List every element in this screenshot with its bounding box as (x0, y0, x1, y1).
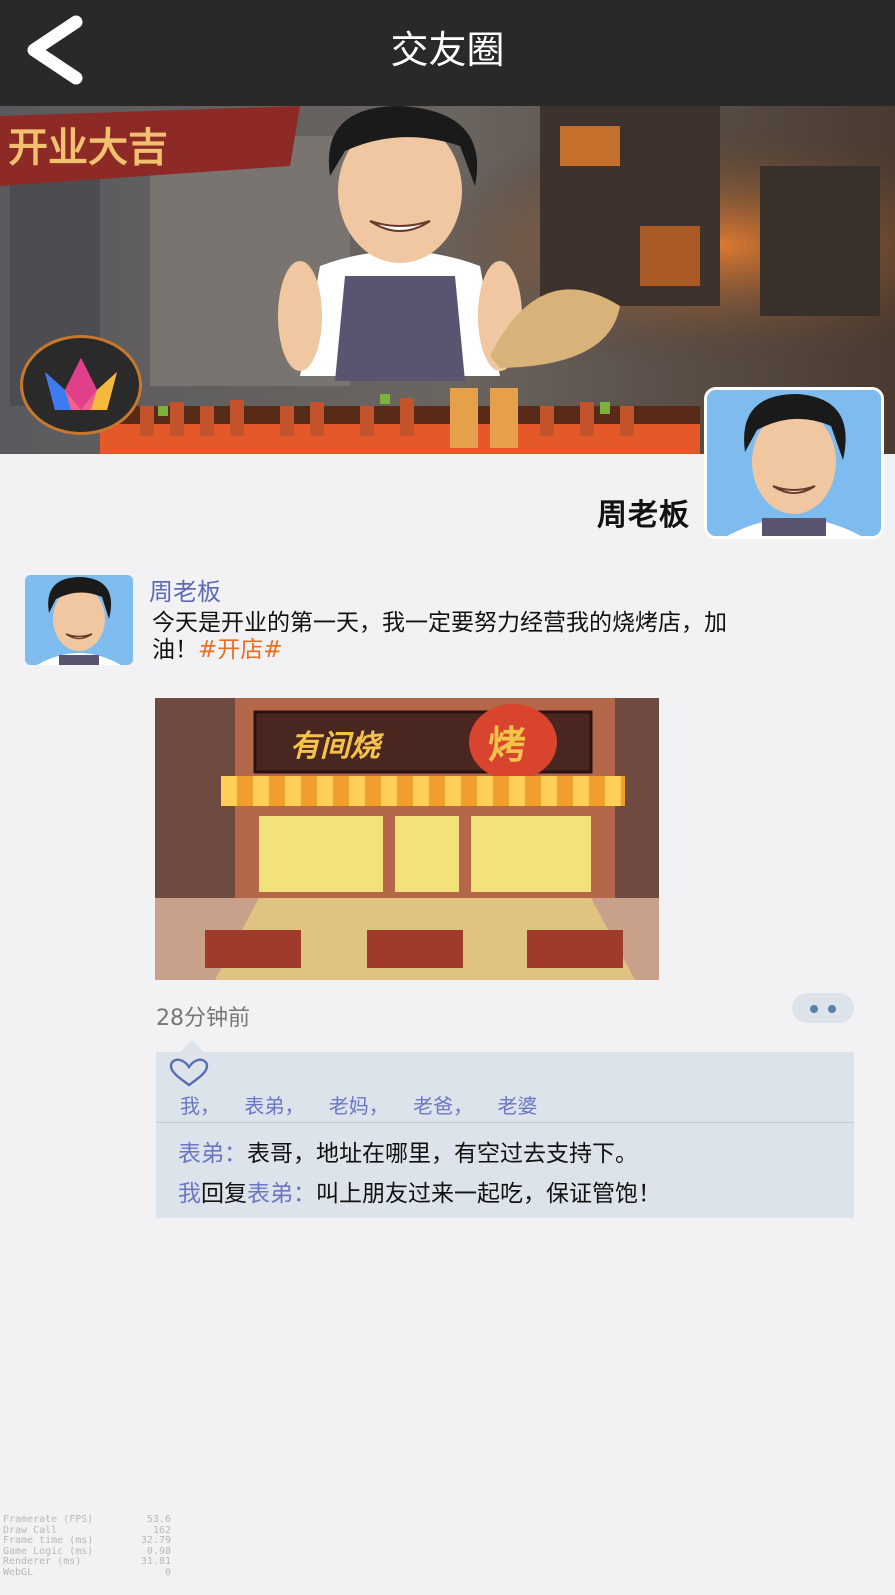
reply-word: 回复 (201, 1181, 247, 1207)
more-options-button[interactable] (792, 993, 854, 1023)
post-author-name[interactable]: 周老板 (149, 572, 221, 607)
post-author-avatar[interactable] (25, 575, 133, 665)
stat-value: 31.81 (140, 1556, 171, 1567)
heart-icon[interactable] (168, 1058, 210, 1088)
hashtag-link[interactable]: #开店# (198, 637, 283, 663)
dot-icon (828, 1005, 836, 1013)
comment-user[interactable]: 我 (178, 1181, 201, 1207)
chevron-left-icon (27, 15, 83, 85)
like-user[interactable]: 我， (180, 1094, 220, 1118)
profile-avatar[interactable] (704, 387, 884, 539)
back-button[interactable] (20, 14, 90, 86)
post-image[interactable]: 有间烧 烤 (155, 698, 659, 980)
stat-label: Renderer (ms) (3, 1556, 82, 1567)
comment-box-caret (180, 1040, 204, 1052)
stat-value: 0 (164, 1566, 171, 1578)
like-user[interactable]: 老爸， (413, 1094, 473, 1118)
stat-label: Framerate (FPS) (3, 1514, 94, 1525)
stat-row: Frame time (ms) 32.79 (3, 1535, 171, 1547)
reply-to-user[interactable]: 表弟 (247, 1181, 293, 1207)
post-content: 今天是开业的第一天，我一定要努力经营我的烧烤店，加油！#开店# (152, 610, 752, 664)
comment-item[interactable]: 我回复表弟：叫上朋友过来一起吃，保证管饱！ (178, 1174, 661, 1208)
crown-logo[interactable] (20, 335, 142, 435)
like-user[interactable]: 老妈， (329, 1094, 389, 1118)
debug-stats: Framerate (FPS) 53.6 Draw Call 162 Frame t… (3, 1514, 171, 1579)
stat-value: 32.79 (140, 1535, 171, 1546)
comment-separator: ： (224, 1141, 247, 1167)
crown-logo-icon (45, 358, 117, 410)
svg-text:有间烧: 有间烧 (290, 729, 384, 764)
stat-row: Framerate (FPS) 53.6 (3, 1514, 171, 1526)
comment-text: 叫上朋友过来一起吃，保证管饱！ (316, 1181, 661, 1207)
comment-user[interactable]: 表弟 (178, 1141, 224, 1167)
page-title: 交友圈 (390, 28, 505, 72)
stat-row: Renderer (ms) 31.81 (3, 1556, 171, 1568)
comment-text: 表哥，地址在哪里，有空过去支持下。 (247, 1141, 638, 1167)
comment-item[interactable]: 表弟：表哥，地址在哪里，有空过去支持下。 (178, 1134, 638, 1168)
likes-list: 我， 表弟， 老妈， 老爸， 老婆 (180, 1090, 555, 1119)
divider (156, 1122, 854, 1123)
stat-row: WebGL 0 (3, 1566, 171, 1579)
top-bar: 交友圈 (0, 0, 895, 106)
profile-name: 周老板 (597, 498, 690, 533)
stat-label: Frame time (ms) (3, 1535, 94, 1546)
svg-text:开业大吉: 开业大吉 (8, 125, 168, 171)
dot-icon (810, 1005, 818, 1013)
comment-box: 我， 表弟， 老妈， 老爸， 老婆 表弟：表哥，地址在哪里，有空过去支持下。 我… (156, 1040, 854, 1218)
like-user[interactable]: 老婆 (497, 1094, 537, 1118)
stat-value: 53.6 (146, 1514, 171, 1525)
comment-separator: ： (293, 1181, 316, 1207)
svg-text:烤: 烤 (488, 723, 526, 767)
post-time: 28分钟前 (156, 1006, 250, 1031)
stat-label: WebGL (3, 1566, 34, 1578)
like-user[interactable]: 表弟， (244, 1094, 304, 1118)
